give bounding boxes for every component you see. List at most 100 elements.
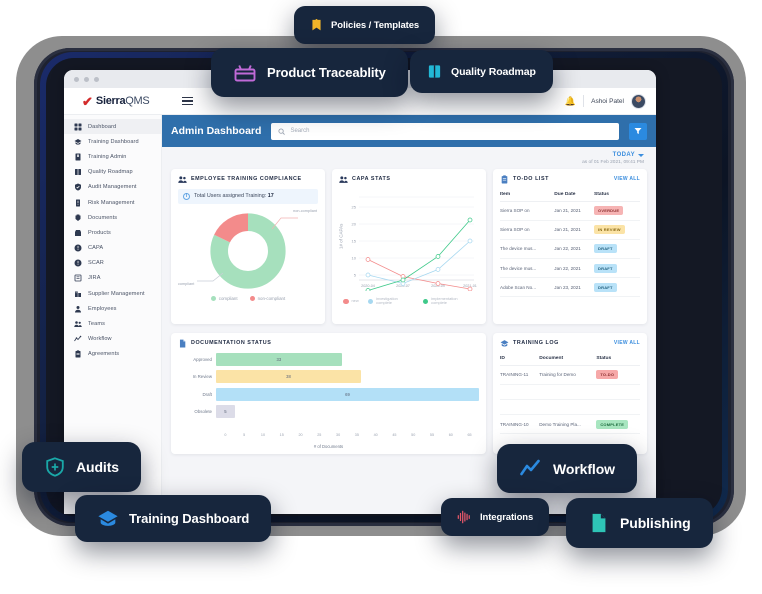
avatar[interactable] [631,93,646,109]
bell-icon[interactable]: 🔔 [565,96,576,107]
table-row[interactable]: The device mus... Jan 22, 2021 DRAFT [500,239,640,260]
hamburger-icon[interactable] [182,96,193,106]
exclamation-circle-icon [74,244,82,252]
building-icon [74,290,82,298]
sidebar-item-jira[interactable]: JIRA [64,271,161,286]
sidebar-item-training-dashboard[interactable]: Training Dashboard [64,134,161,149]
table-row[interactable]: Adobe Scan No... Jan 23, 2021 DRAFT [500,277,640,298]
table-row[interactable] [500,399,640,416]
column-header: Item [500,188,555,202]
table-row[interactable]: The device mus... Jan 22, 2021 DRAFT [500,258,640,279]
card-capa-stats: CAPA STATS 1# of CAPAs 5 10 15 20 25 202… [332,168,486,324]
sidebar-item-risk-management[interactable]: Risk Management [64,195,161,210]
pill-publishing[interactable]: Publishing [566,498,713,548]
legend-label: new [351,297,359,303]
pill-label: Publishing [620,515,691,531]
table-row[interactable]: Sierra SOP on Jan 21, 2021 IN REVIEW [500,220,640,240]
workflow-icon [519,457,543,481]
logo-text-qms: QMS [125,95,150,107]
status-badge: COMPLETE [596,419,629,429]
sidebar-item-scar[interactable]: SCAR [64,256,161,271]
y-axis-title: 1# of CAPAs [339,222,344,248]
sidebar-item-teams[interactable]: Teams [64,316,161,331]
document-icon [588,512,610,534]
todo-due-date: Jan 23, 2021 [554,277,595,298]
todo-item: Adobe Scan No... [500,277,555,298]
sidebar-item-label: Employees [88,305,117,312]
sidebar-item-audit-management[interactable]: Audit Management [64,180,161,195]
window-close-icon[interactable] [74,76,79,82]
legend-item-noncompliant: non-compliant [249,295,285,301]
total-users-label: Total Users assigned Training: [194,193,268,199]
view-all-link[interactable]: VIEW ALL [614,340,640,346]
pill-audits[interactable]: Audits [22,442,141,492]
pill-policies-templates[interactable]: Policies / Templates [294,6,436,44]
pill-integrations[interactable]: Integrations [441,498,550,536]
axis-tick-label: 55 [429,432,435,437]
sidebar-item-capa[interactable]: CAPA [64,241,161,256]
card-documentation-status: DOCUMENTATION STATUS Approved 33 In Revi… [171,332,486,454]
pill-label: Workflow [553,460,615,477]
table-row[interactable]: Sierra SOP on Jan 21, 2021 OVERDUE [500,201,640,221]
pill-label: Quality Roadmap [451,65,536,78]
axis-tick-label: 20 [298,432,303,437]
legend-label: compliant [218,295,238,301]
axis-tick-label: 40 [373,432,378,437]
sidebar-item-products[interactable]: Products [64,225,161,240]
workflow-icon [74,335,82,343]
legend-item-investigation-complete: investigation complete [367,296,414,307]
page-title: Admin Dashboard [171,125,262,137]
document-icon [178,339,187,348]
pill-product-traceability[interactable]: Product Traceablity [211,48,408,97]
total-users-value: 17 [267,193,274,199]
as-of-timestamp: as of 01 Feb 2021, 09:41 PM [582,159,644,165]
table-row[interactable]: TRAINING-10 Demo Training Pla... COMPLET… [500,414,640,435]
sidebar-item-label: Workflow [88,336,112,343]
filter-button[interactable] [629,122,647,140]
graduation-cap-icon [74,138,82,146]
pill-quality-roadmap[interactable]: Quality Roadmap [410,50,553,93]
window-maximize-icon[interactable] [94,76,99,82]
sidebar-item-dashboard[interactable]: Dashboard [64,119,161,135]
search-input[interactable]: Search [271,122,619,140]
sidebar-item-documents[interactable]: Documents [64,210,161,225]
card-title: TRAINING LOG [513,340,559,346]
sidebar-item-label: Documents [88,214,118,221]
clipboard-icon [500,174,509,184]
column-header: Due Date [554,188,595,202]
box-icon [74,229,82,237]
sidebar-item-training-admin[interactable]: Training Admin [64,149,161,164]
today-dropdown[interactable]: TODAY [613,152,644,158]
app-logo[interactable]: ✔ SierraQMS [74,95,182,108]
sidebar-item-agreements[interactable]: Agreements [64,347,161,362]
bar-value: 38 [286,374,291,379]
todo-due-date: Jan 21, 2021 [554,220,595,240]
sidebar-item-workflow[interactable]: Workflow [64,332,161,347]
pill-label: Integrations [480,511,534,523]
capa-line-chart: 1# of CAPAs 510 152025 2020-04 2020-07 2… [339,196,477,293]
table-row[interactable]: TRAINING-11 Training for Demo TO-DO [500,365,640,385]
sidebar-item-quality-roadmap[interactable]: Quality Roadmap [64,165,161,180]
people-icon [74,320,82,328]
sidebar-item-employees[interactable]: Employees [64,301,161,316]
axis-tick-label: 25 [317,432,322,437]
documentation-bar-chart: Approved 33 In Review 38 Draft 69 Obsole… [178,352,479,449]
sidebar-item-supplier-management[interactable]: Supplier Management [64,286,161,301]
pill-training-dashboard[interactable]: Training Dashboard [75,495,272,542]
pill-label: Audits [76,459,119,475]
axis-tick-label: 0 [224,432,227,437]
window-minimize-icon[interactable] [84,76,89,82]
status-badge: TO-DO [596,370,619,380]
bar-row-approved: Approved 33 [178,352,479,366]
bar-value: 33 [276,356,282,362]
table-row[interactable] [500,384,640,400]
user-name: Ashoi Patel [591,97,624,105]
capa-legend: new investigation complete implementatio… [339,296,479,307]
donut-leader-line-compliant [197,272,223,281]
pill-workflow[interactable]: Workflow [497,444,637,493]
legend-color-swatch [343,298,349,305]
axis-tick-label: 10 [260,432,265,437]
page-header: Admin Dashboard Search [162,115,656,147]
series-new [367,258,471,289]
view-all-link[interactable]: VIEW ALL [614,176,640,182]
